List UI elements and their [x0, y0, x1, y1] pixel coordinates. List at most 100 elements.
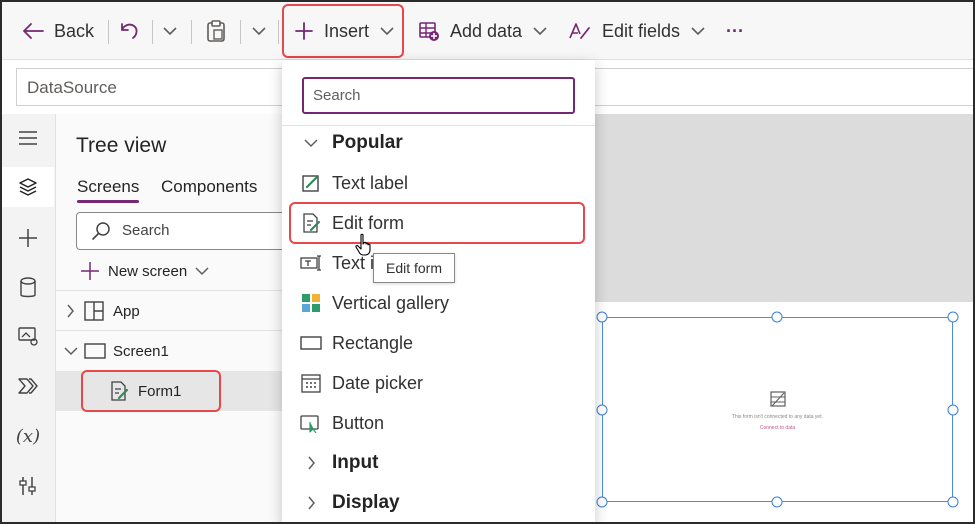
button-icon [300, 412, 322, 434]
tree-view-pane: Tree view Screens Components Search New … [56, 114, 286, 522]
power-automate-button[interactable] [2, 366, 54, 406]
menu-item-rectangle[interactable]: Rectangle [282, 323, 595, 363]
chevron-down-icon [251, 26, 267, 36]
menu-item-label: Button [332, 412, 385, 433]
app-icon [84, 301, 104, 321]
back-label: Back [54, 20, 95, 41]
toolbar-divider [191, 20, 192, 44]
edit-fields-button[interactable]: Edit fields [568, 2, 706, 60]
text-label-icon [300, 172, 322, 194]
tab-screens[interactable]: Screens [77, 177, 140, 203]
power-automate-icon [17, 377, 39, 395]
menu-item-button[interactable]: Button [282, 403, 595, 443]
form-empty-message: This form isn't connected to any data ye… [731, 414, 823, 420]
new-screen-label: New screen [108, 262, 188, 280]
form1-highlight [81, 370, 221, 412]
more-button[interactable]: ··· [726, 2, 744, 60]
tools-icon [18, 475, 38, 497]
resize-handle[interactable] [947, 404, 959, 416]
chevron-right-icon [66, 304, 75, 318]
variables-button[interactable]: (𝑥) [2, 416, 54, 456]
property-selector[interactable]: DataSource [27, 78, 117, 98]
resize-handle[interactable] [771, 311, 783, 323]
chevron-down-icon [300, 132, 322, 154]
table-add-icon [418, 20, 440, 42]
insert-highlight [282, 4, 404, 58]
menu-item-vertical-gallery[interactable]: Vertical gallery [282, 283, 595, 323]
form-placeholder-icon [769, 390, 787, 408]
menu-group-input[interactable]: Input [282, 443, 595, 483]
form-control[interactable]: This form isn't connected to any data ye… [602, 317, 953, 502]
insert-search-input[interactable]: Search [302, 77, 575, 114]
menu-item-label: Rectangle [332, 332, 414, 353]
gallery-icon [300, 292, 322, 314]
menu-group-display[interactable]: Display [282, 483, 595, 522]
resize-handle[interactable] [596, 311, 608, 323]
database-icon [19, 277, 37, 299]
menu-group-label: Display [332, 492, 400, 513]
chevron-down-icon [162, 26, 178, 36]
resize-handle[interactable] [947, 496, 959, 508]
tree-node-label: Screen1 [113, 342, 169, 360]
chevron-down-icon [64, 346, 78, 356]
toolbar-divider [108, 20, 109, 44]
arrow-left-icon [22, 22, 44, 40]
data-button[interactable] [2, 268, 54, 308]
chevron-down-icon [690, 26, 706, 36]
edit-fields-icon [568, 20, 592, 42]
back-button[interactable]: Back [22, 2, 94, 60]
chevron-down-icon [532, 26, 548, 36]
edit-form-highlight [289, 202, 585, 244]
add-data-label: Add data [450, 20, 523, 41]
menu-group-popular[interactable]: Popular [282, 123, 595, 163]
tooltip: Edit form [373, 253, 455, 283]
undo-dropdown-button[interactable] [162, 2, 178, 60]
connect-data-link[interactable]: Connect to data [603, 425, 952, 431]
menu-button[interactable] [2, 118, 54, 158]
menu-item-label: Text label [332, 172, 409, 193]
insert-search-placeholder: Search [313, 87, 361, 104]
tree-node-screen1[interactable]: Screen1 [56, 331, 282, 371]
menu-item-label: Date picker [332, 372, 424, 393]
tab-components[interactable]: Components [161, 177, 257, 197]
hamburger-icon [18, 130, 38, 146]
chevron-down-icon [195, 266, 209, 276]
tree-view-button[interactable] [2, 167, 54, 207]
paste-button[interactable] [205, 2, 227, 60]
new-screen-button[interactable]: New screen [80, 260, 209, 282]
tree-search-input[interactable]: Search [76, 212, 286, 250]
menu-item-date-picker[interactable]: Date picker [282, 363, 595, 403]
clipboard-icon [205, 19, 227, 43]
plus-icon [17, 227, 39, 249]
rectangle-icon [300, 332, 322, 354]
resize-handle[interactable] [596, 496, 608, 508]
resize-handle[interactable] [947, 311, 959, 323]
screen-icon [84, 343, 106, 359]
insert-menu: Search Popular Text label Edit form Text… [282, 60, 595, 522]
tree-node-label: App [113, 302, 140, 320]
chevron-right-icon [300, 452, 322, 474]
media-icon [17, 325, 39, 347]
menu-group-label: Input [332, 452, 379, 473]
tree-node-app[interactable]: App [56, 291, 282, 331]
media-button[interactable] [2, 316, 54, 356]
text-input-icon [300, 252, 322, 274]
resize-handle[interactable] [596, 404, 608, 416]
app-frame: Back Insert Add data Edit fields ··· Dat… [0, 0, 975, 524]
add-data-button[interactable]: Add data [418, 2, 548, 60]
variables-icon: (𝑥) [15, 425, 41, 447]
insert-pane-button[interactable] [2, 218, 54, 258]
resize-handle[interactable] [771, 496, 783, 508]
left-rail: (𝑥) [2, 114, 56, 522]
toolbar-divider [278, 20, 279, 44]
advanced-tools-button[interactable] [2, 466, 54, 506]
toolbar-divider [152, 20, 153, 44]
menu-item-text-label[interactable]: Text label [282, 163, 595, 203]
paste-dropdown-button[interactable] [251, 2, 267, 60]
search-icon [91, 221, 111, 241]
toolbar-divider [240, 20, 241, 44]
tree-search-placeholder: Search [122, 222, 170, 239]
calendar-icon [300, 372, 322, 394]
undo-button[interactable] [118, 2, 140, 60]
undo-icon [118, 20, 140, 42]
